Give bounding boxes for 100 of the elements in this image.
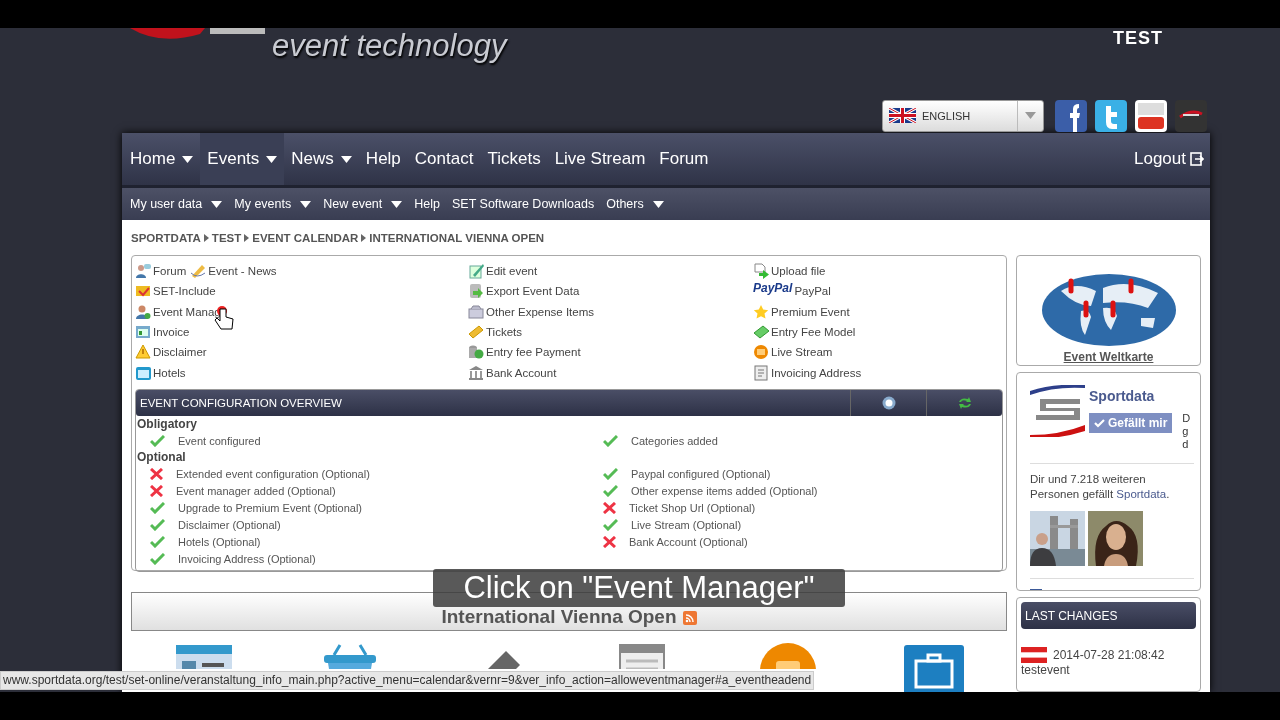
action-link[interactable]: Bank Account xyxy=(468,364,557,381)
action-link[interactable]: Edit event xyxy=(468,263,538,280)
action-link[interactable]: Entry Fee Model xyxy=(753,324,856,341)
action-link[interactable]: Hotels xyxy=(135,364,186,381)
subnav-item[interactable]: My user data xyxy=(124,197,229,211)
likes-text: Dir und 7.218 weiteren Personen gefällt Sportdata. xyxy=(1030,472,1171,502)
breadcrumb-item[interactable]: SPORTDATA xyxy=(131,231,201,244)
subnav-item[interactable]: SET Software Downloads xyxy=(446,197,601,211)
check-item: Paypal configured (Optional) xyxy=(631,467,771,480)
check-item: Invoicing Address (Optional) xyxy=(178,552,316,565)
map-link[interactable]: Event Weltkarte xyxy=(1063,350,1154,364)
brand-icon[interactable] xyxy=(1175,99,1207,132)
caret-icon xyxy=(211,200,223,208)
check-item: Extended event configuration (Optional) xyxy=(176,467,370,480)
change-name[interactable]: testevent xyxy=(1021,663,1070,677)
video-caption: Click on "Event Manager" xyxy=(433,569,845,607)
caret-icon xyxy=(391,200,403,208)
breadcrumb-item[interactable]: INTERNATIONAL VIENNA OPEN xyxy=(369,231,545,244)
action-link[interactable]: Event - News xyxy=(190,263,277,280)
pencil-icon xyxy=(190,263,207,280)
check-item: Other expense items added (Optional) xyxy=(631,484,818,497)
logout-icon xyxy=(1190,152,1204,166)
nav-tab[interactable]: Tickets xyxy=(480,133,548,185)
event-title: International Vienna Open xyxy=(441,606,677,628)
subnav-item[interactable]: Others xyxy=(600,197,670,211)
action-link[interactable]: Invoicing Address xyxy=(753,364,862,381)
warning-icon xyxy=(135,344,151,361)
chevron-icon xyxy=(361,233,367,242)
help-icon[interactable] xyxy=(881,396,896,410)
person-icon xyxy=(135,303,151,320)
breadcrumb-item[interactable]: TEST xyxy=(211,231,242,244)
change-time: 2014-07-28 21:08:42 xyxy=(1053,648,1165,662)
action-link[interactable]: Live Stream xyxy=(753,344,833,361)
check-item: Event configured xyxy=(178,434,261,447)
panel-title: EVENT CONFIGURATION OVERVIEW xyxy=(139,397,343,409)
coins-icon xyxy=(468,344,484,361)
subnav-item[interactable]: My events xyxy=(228,197,318,211)
nav-tab[interactable]: Home xyxy=(123,133,201,185)
clipped-text: D xyxy=(1182,412,1191,425)
panel-title: LAST CHANGES xyxy=(1021,602,1196,629)
page-name[interactable]: Sportdata xyxy=(1089,388,1173,404)
check-item: Upgrade to Premium Event (Optional) xyxy=(178,501,363,514)
chevron-icon xyxy=(203,233,209,242)
window-icon xyxy=(135,324,151,341)
flag-icon xyxy=(889,108,916,123)
money-icon xyxy=(753,324,769,341)
action-link[interactable]: SET-Include xyxy=(135,283,216,300)
action-link[interactable]: Invoice xyxy=(135,324,190,341)
upload-icon xyxy=(753,263,769,280)
check-item: Live Stream (Optional) xyxy=(631,518,742,531)
action-link[interactable]: Other Expense Items xyxy=(468,303,595,320)
action-link[interactable]: Premium Event xyxy=(753,303,850,320)
logout-link[interactable]: Logout xyxy=(1134,133,1204,185)
nav-tab[interactable]: Help xyxy=(358,133,408,185)
caret-icon xyxy=(1025,112,1036,119)
subnav-item[interactable]: New event xyxy=(317,197,409,211)
caret-icon xyxy=(300,200,312,208)
nav-tab[interactable]: Contact xyxy=(407,133,481,185)
check-item: Event manager added (Optional) xyxy=(176,484,336,497)
flag-icon xyxy=(1021,647,1047,663)
check-item: Categories added xyxy=(631,434,718,447)
nav-tab[interactable]: Events xyxy=(200,133,285,185)
status-bar: www.sportdata.org/test/set-online/veranstaltung_info_main.php?active_menu=calendar&vernr=9&ver_info_action=alloweventmanager#a_eventheadend xyxy=(0,671,815,690)
export-icon xyxy=(468,283,484,300)
language-select[interactable]: ENGLISH xyxy=(882,99,1044,132)
action-link[interactable]: Tickets xyxy=(468,324,522,341)
check-item: Bank Account (Optional) xyxy=(629,535,748,548)
caret-icon xyxy=(340,155,352,163)
site-label: TEST xyxy=(1113,28,1163,49)
breadcrumb-item[interactable]: EVENT CALENDAR xyxy=(252,231,359,244)
facebook-icon[interactable] xyxy=(1055,99,1087,132)
box-icon xyxy=(468,303,484,320)
refresh-icon[interactable] xyxy=(956,396,973,410)
action-link[interactable]: Entry fee Payment xyxy=(468,344,581,361)
action-link[interactable]: Disclaimer xyxy=(135,344,207,361)
subnav-item[interactable]: Help xyxy=(408,197,446,211)
clipped-text: d xyxy=(1182,438,1190,451)
window-icon xyxy=(135,364,151,381)
world-map-icon[interactable] xyxy=(1040,273,1177,348)
check-item: Hotels (Optional) xyxy=(178,535,261,548)
nav-tab[interactable]: Forum xyxy=(652,133,716,185)
action-link[interactable]: Export Event Data xyxy=(468,283,580,300)
clipped-text: g xyxy=(1182,425,1190,438)
action-link[interactable]: Forum xyxy=(135,263,187,280)
document-icon xyxy=(753,364,769,381)
caret-icon xyxy=(182,155,194,163)
brand-logo-icon xyxy=(1030,385,1085,437)
rss-icon[interactable] xyxy=(682,611,697,625)
star-icon xyxy=(753,303,769,320)
people-icon xyxy=(135,263,151,280)
nav-tab[interactable]: Live Stream xyxy=(547,133,653,185)
bank-icon xyxy=(468,364,484,381)
group-title: Optional xyxy=(136,449,187,465)
action-link[interactable]: Upload file xyxy=(753,263,826,280)
nav-tab[interactable]: News xyxy=(284,133,359,185)
chevron-icon xyxy=(244,233,250,242)
check-icon xyxy=(1094,418,1105,428)
caret-icon xyxy=(266,155,278,163)
pencil-icon xyxy=(468,263,484,280)
twitter-icon[interactable] xyxy=(1095,99,1127,132)
